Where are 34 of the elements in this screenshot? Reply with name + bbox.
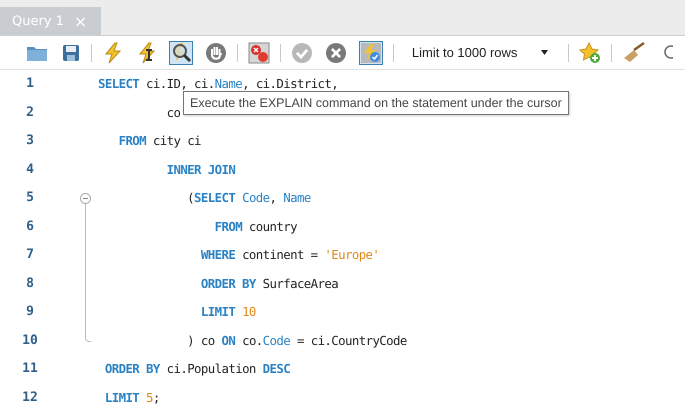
code-line: co bbox=[166, 104, 180, 122]
line-number: 1 bbox=[25, 75, 35, 93]
error-stop-icon[interactable] bbox=[248, 40, 270, 64]
row-limit-dropdown[interactable]: Limit to 1000 rows bbox=[404, 40, 558, 64]
line-number: 5 bbox=[25, 189, 35, 207]
line-number: 8 bbox=[25, 274, 35, 292]
line-number: 2 bbox=[25, 104, 35, 122]
line-number: 12 bbox=[21, 388, 39, 406]
code-line: FROM city ci bbox=[118, 132, 201, 150]
collapse-icon[interactable] bbox=[80, 192, 90, 204]
code-line: (SELECT Code, Name bbox=[186, 189, 311, 207]
code-line: SELECT ci.ID, ci.Name, ci.District, bbox=[98, 75, 338, 93]
code-line: LIMIT 5; bbox=[104, 388, 160, 406]
line-number: 11 bbox=[21, 360, 39, 378]
line-number: 10 bbox=[21, 332, 39, 350]
code-line: ORDER BY SurfaceArea bbox=[200, 274, 338, 292]
code-line: LIMIT 10 bbox=[200, 303, 256, 321]
lightning-check-icon[interactable] bbox=[359, 40, 384, 64]
line-number: 6 bbox=[25, 218, 35, 236]
line-number: 9 bbox=[25, 303, 35, 321]
line-number: 7 bbox=[25, 246, 35, 264]
code-line: ) co ON co.Code = ci.CountryCode bbox=[186, 332, 407, 350]
tooltip: Execute the EXPLAIN command on the statement under the cursor bbox=[183, 91, 569, 115]
caret-icon[interactable] bbox=[540, 50, 548, 55]
line-number: 4 bbox=[25, 160, 35, 178]
code-line: ORDER BY ci.Population DESC bbox=[104, 360, 290, 378]
star-plus-icon[interactable] bbox=[578, 40, 601, 64]
code-line: INNER JOIN bbox=[166, 160, 236, 178]
code-line: FROM country bbox=[214, 218, 297, 236]
lightning-icon[interactable] bbox=[102, 40, 124, 64]
code-line: WHERE continent = 'Europe' bbox=[200, 246, 380, 264]
magnifier-icon[interactable] bbox=[169, 40, 194, 64]
line-number: 3 bbox=[25, 132, 35, 150]
close-icon[interactable]: × bbox=[74, 12, 88, 30]
